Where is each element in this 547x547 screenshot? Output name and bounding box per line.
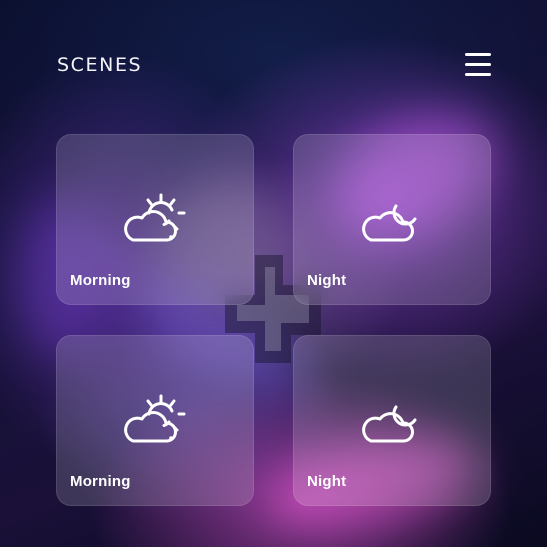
menu-bar	[465, 73, 491, 76]
menu-bar	[465, 63, 491, 66]
sun-behind-cloud-icon	[123, 394, 189, 446]
scene-card-night[interactable]: Night	[293, 335, 491, 506]
scene-label: Night	[307, 473, 347, 490]
moon-behind-cloud-icon	[360, 193, 426, 245]
moon-behind-cloud-icon	[360, 394, 426, 446]
scene-card-morning[interactable]: Morning	[56, 134, 254, 305]
menu-bar	[465, 53, 491, 56]
page-title: SCENES	[57, 54, 143, 76]
sun-behind-cloud-icon	[124, 193, 186, 242]
scene-label: Morning	[70, 473, 131, 490]
scene-card-morning[interactable]: Morning	[56, 335, 254, 506]
header: SCENES	[57, 52, 491, 80]
moon-behind-cloud-icon	[362, 405, 417, 443]
scene-label: Morning	[70, 272, 131, 289]
scene-card-night[interactable]: Night	[293, 134, 491, 305]
sun-behind-cloud-icon	[124, 394, 186, 443]
moon-behind-cloud-icon	[362, 204, 417, 242]
sun-behind-cloud-icon	[123, 193, 189, 245]
scene-label: Night	[307, 272, 347, 289]
hamburger-menu-icon[interactable]	[465, 52, 491, 76]
